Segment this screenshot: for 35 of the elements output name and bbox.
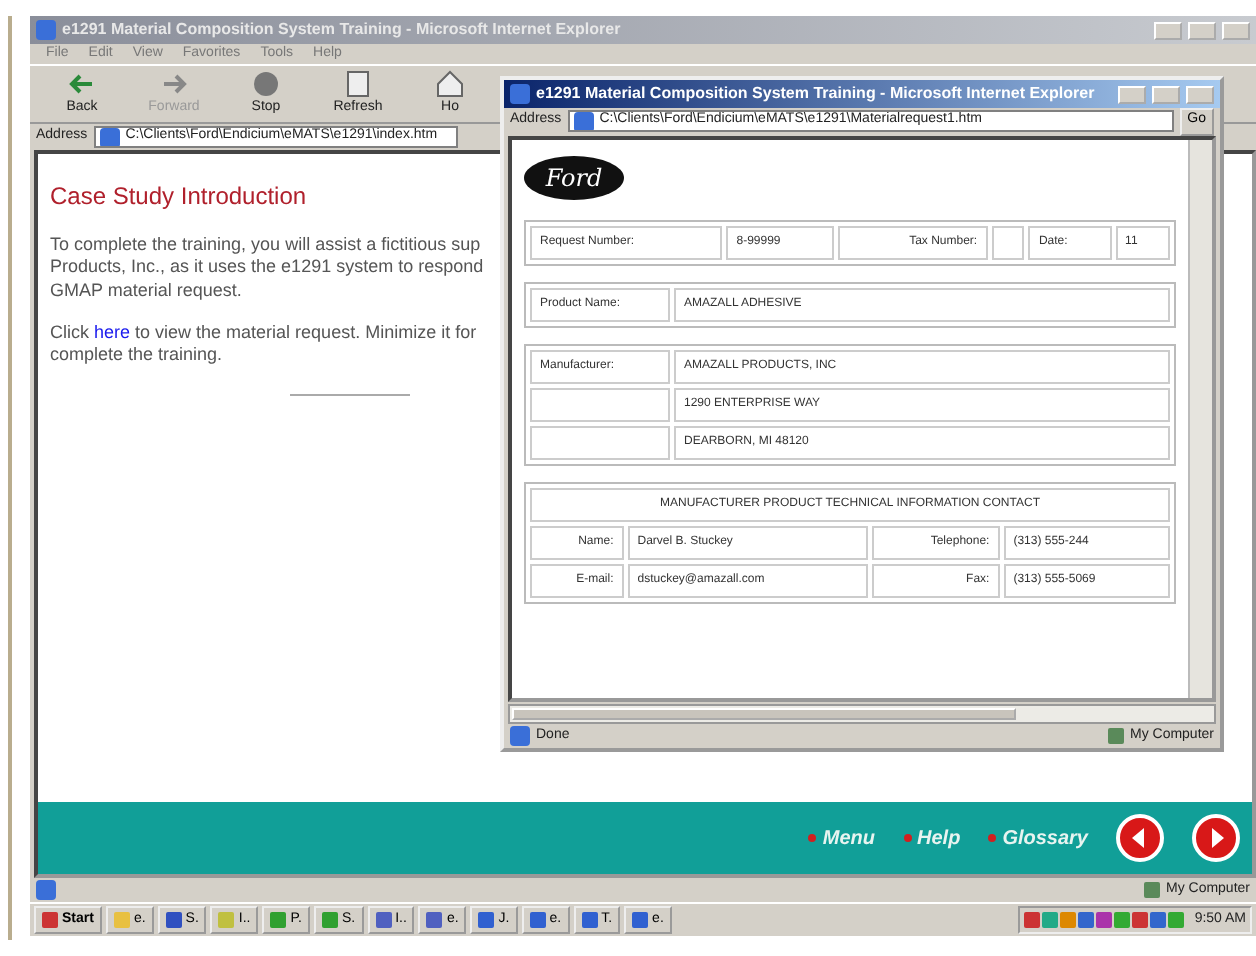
app-icon — [478, 912, 495, 928]
close-button[interactable] — [1222, 21, 1250, 39]
minimize-button[interactable] — [1154, 21, 1182, 39]
close-button[interactable] — [1186, 85, 1214, 103]
app-icon — [321, 912, 338, 928]
forward-arrow-icon — [160, 69, 188, 97]
app-icon — [529, 912, 546, 928]
app-icon — [113, 912, 130, 928]
stop-icon — [252, 69, 280, 97]
bullet-icon — [903, 834, 912, 842]
app-icon — [218, 912, 235, 928]
minimize-button[interactable] — [1118, 85, 1146, 103]
horizontal-scrollbar[interactable] — [508, 704, 1216, 724]
app-icon — [375, 912, 392, 928]
back-arrow-icon — [68, 69, 96, 97]
window-title: e1291 Material Composition System Training - Microsoft Internet Explorer — [536, 82, 1095, 106]
app-icon — [270, 912, 287, 928]
app-icon — [581, 912, 598, 928]
previous-button[interactable] — [1116, 814, 1164, 862]
maximize-button[interactable] — [1188, 21, 1216, 39]
logo: Ford — [524, 156, 624, 200]
app-icon — [165, 912, 182, 928]
paragraph: Click here to view the material request. Minimize it for complete the training. — [50, 321, 479, 367]
app-icon — [426, 912, 443, 928]
bullet-icon — [808, 834, 817, 842]
window-title: e1291 Material Composition System Training - Microsoft Internet Explorer — [62, 18, 621, 42]
app-icon — [632, 912, 649, 928]
paragraph: To complete the training, you will assist a fictitious sup Products, Inc., as it uses the e1291 system to respond GMAP material request. — [50, 234, 486, 302]
next-button[interactable] — [1192, 814, 1240, 862]
bullet-icon — [988, 834, 997, 842]
link[interactable]: here — [94, 321, 131, 342]
vertical-scrollbar[interactable] — [1188, 140, 1212, 698]
house-icon — [436, 69, 464, 97]
maximize-button[interactable] — [1152, 85, 1180, 103]
page-heading: Case Study Introduction — [50, 180, 309, 214]
